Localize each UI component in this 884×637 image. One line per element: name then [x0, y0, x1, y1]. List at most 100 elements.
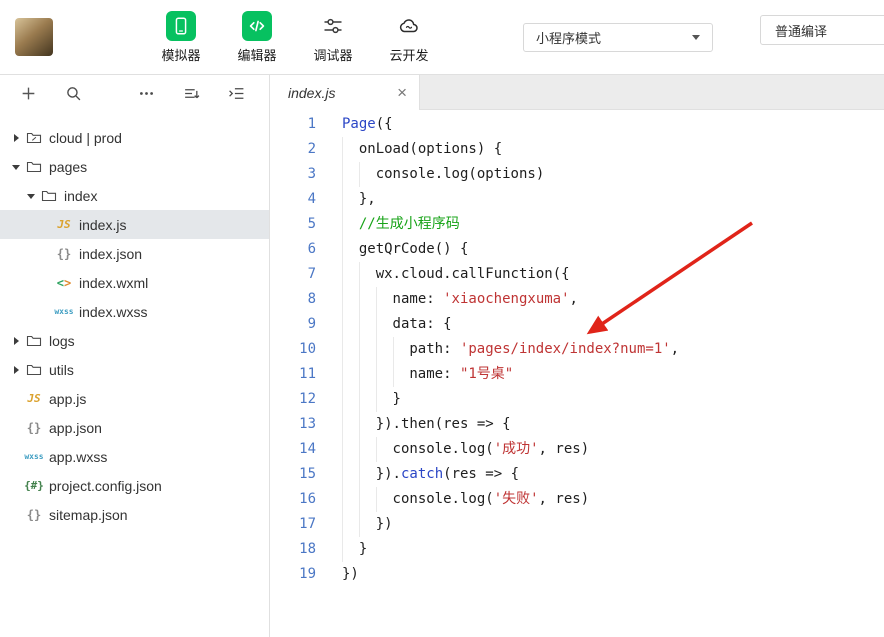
main-area: cloud | prod pages index JS index.js {} index.… [0, 75, 884, 637]
json-file-icon: {} [26, 507, 42, 522]
code-text: data: { [342, 312, 452, 337]
indent-guide [342, 162, 359, 187]
collapse-folders-icon[interactable] [226, 83, 246, 103]
indent-guide [342, 212, 359, 237]
indent-guide [342, 287, 359, 312]
indent-guide [358, 487, 376, 512]
tree-item-index.wxss[interactable]: wxss index.wxss [0, 297, 269, 326]
indent-guide [358, 312, 376, 337]
top-toolbar: 模拟器 编辑器 调试器 云开发 小程序模式 普通编译 [0, 0, 884, 75]
code-text: wx.cloud.callFunction({ [342, 262, 570, 287]
toolbar-button-cloud[interactable]: 云开发 [371, 11, 447, 64]
line-number: 16 [299, 491, 316, 507]
tree-item-cloud-prod[interactable]: cloud | prod [0, 123, 269, 152]
more-actions-icon[interactable] [136, 83, 156, 103]
indent-guide [375, 312, 393, 337]
tree-item-index.wxml[interactable]: <> index.wxml [0, 268, 269, 297]
code-line-9: 9 data: { [270, 312, 884, 337]
tree-item-index.json[interactable]: {} index.json [0, 239, 269, 268]
code-text: onLoad(options) { [342, 137, 502, 162]
code-text: path: 'pages/index/index?num=1', [342, 337, 679, 362]
indent-guide [342, 537, 359, 562]
code-line-13: 13}).then(res => { [270, 412, 884, 437]
wxml-file-icon: <> [56, 275, 72, 290]
indent-guide [342, 137, 359, 162]
code-line-11: 11 name: "1号桌" [270, 362, 884, 387]
line-number: 6 [307, 241, 316, 257]
line-number: 7 [307, 266, 316, 282]
tree-item-label: project.config.json [49, 477, 162, 494]
toolbar-button-debugger[interactable]: 调试器 [295, 11, 371, 64]
toolbar-nav: 模拟器 编辑器 调试器 云开发 [143, 10, 447, 64]
indent-guide [358, 287, 376, 312]
line-number: 4 [307, 191, 316, 207]
tree-item-logs[interactable]: logs [0, 326, 269, 355]
code-line-6: 6 getQrCode() { [270, 237, 884, 262]
tree-item-label: index.wxss [79, 303, 148, 320]
chevron-collapsed-icon[interactable] [10, 131, 24, 145]
code-text: name: "1号桌" [342, 362, 513, 387]
code-text: //生成小程序码 [342, 212, 460, 237]
tree-item-project.config.json[interactable]: {#} project.config.json [0, 471, 269, 500]
toolbar-button-simulator[interactable]: 模拟器 [143, 10, 219, 64]
code-line-7: 7 wx.cloud.callFunction({ [270, 262, 884, 287]
code-text: } [342, 537, 367, 562]
indent-guide [342, 412, 359, 437]
explorer-toolbar [0, 75, 269, 111]
indent-guide [358, 512, 376, 537]
tree-item-pages[interactable]: pages [0, 152, 269, 181]
indent-guide [342, 337, 359, 362]
toolbar-button-label: 模拟器 [161, 47, 201, 63]
toolbar-button-editor[interactable]: 编辑器 [219, 10, 295, 64]
new-file-icon[interactable] [18, 83, 38, 103]
tree-item-app.js[interactable]: JS app.js [0, 384, 269, 413]
indent-guide [375, 337, 393, 362]
tree-item-app.wxss[interactable]: wxss app.wxss [0, 442, 269, 471]
code-editor[interactable]: 1 Page({ 2 onLoad(options) {3 console.log(op… [270, 110, 884, 637]
js-file-icon: JS [27, 392, 41, 405]
chevron-collapsed-icon[interactable] [10, 334, 24, 348]
tree-item-label: sitemap.json [49, 506, 128, 523]
indent-guide [358, 362, 376, 387]
compile-dropdown[interactable]: 普通编译 [760, 15, 884, 45]
line-number: 2 [307, 141, 316, 157]
mode-dropdown[interactable]: 小程序模式 [523, 22, 713, 52]
code-line-12: 12} [270, 387, 884, 412]
tree-item-utils[interactable]: utils [0, 355, 269, 384]
line-number: 14 [299, 441, 316, 457]
search-icon[interactable] [63, 83, 83, 103]
toolbar-button-label: 云开发 [389, 47, 429, 63]
tree-item-index.js[interactable]: JS index.js [0, 210, 269, 239]
chevron-down-icon [692, 34, 700, 40]
indent-guide [342, 462, 359, 487]
indent-guide [342, 237, 359, 262]
tree-item-sitemap.json[interactable]: {} sitemap.json [0, 500, 269, 529]
editor-icon [242, 10, 272, 41]
indent-guide [358, 462, 376, 487]
tree-item-label: logs [49, 332, 75, 349]
tree-item-index[interactable]: index [0, 181, 269, 210]
code-text: Page({ [342, 116, 393, 132]
code-line-10: 10 path: 'pages/index/index?num=1', [270, 337, 884, 362]
code-line-4: 4}, [270, 187, 884, 212]
user-avatar[interactable] [15, 18, 53, 56]
sort-files-icon[interactable] [181, 83, 201, 103]
chevron-expanded-icon[interactable] [10, 160, 24, 174]
close-icon[interactable]: × [397, 84, 407, 101]
code-line-3: 3 console.log(options) [270, 162, 884, 187]
chevron-collapsed-icon[interactable] [10, 363, 24, 377]
json-file-icon: {} [56, 246, 72, 261]
indent-guide [342, 187, 359, 212]
tree-item-label: index.wxml [79, 274, 149, 291]
code-text: }).catch(res => { [342, 462, 519, 487]
folder-icon [39, 189, 59, 203]
line-number: 1 [307, 116, 316, 132]
toolbar-button-label: 调试器 [313, 47, 353, 63]
tree-item-label: app.js [49, 390, 87, 407]
tree-item-app.json[interactable]: {} app.json [0, 413, 269, 442]
code-line-15: 15}).catch(res => { [270, 462, 884, 487]
chevron-expanded-icon[interactable] [25, 189, 39, 203]
mode-dropdown-label: 小程序模式 [536, 30, 602, 46]
tab-index-js[interactable]: index.js × [270, 75, 420, 110]
tab-bar: index.js × [270, 75, 884, 110]
